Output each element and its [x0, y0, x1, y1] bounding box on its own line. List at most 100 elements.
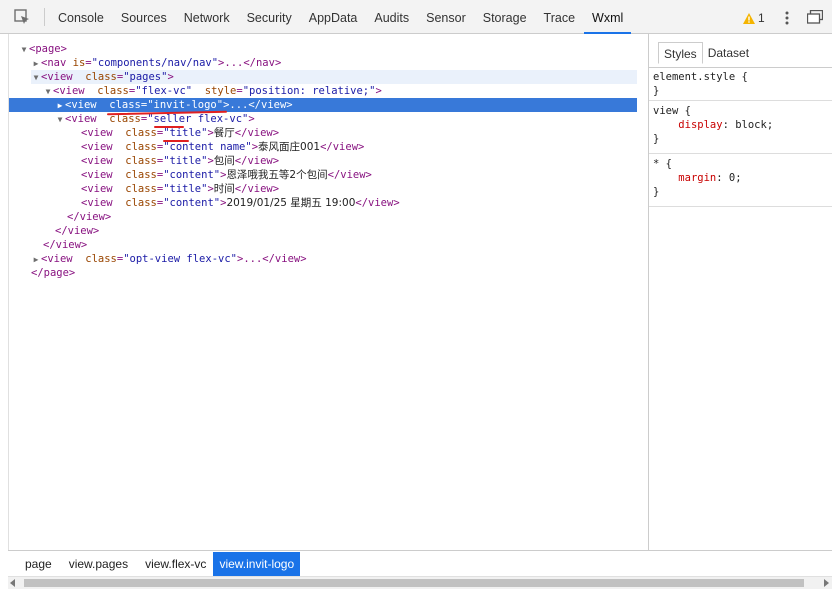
tab-appdata[interactable]: AppData: [301, 0, 366, 34]
tag-name: <view: [81, 155, 113, 167]
attr-name: class: [125, 127, 157, 139]
breadcrumb: page view.pages view.flex-vc view.invit-…: [8, 550, 832, 576]
expanded-arrow-icon[interactable]: ▼: [19, 43, 29, 57]
tree-node-view-title[interactable]: <view class="title">包间</view>: [81, 154, 709, 168]
tab-wxml[interactable]: Wxml: [584, 0, 632, 34]
attr-name: class: [109, 99, 141, 111]
tree-node-view-invit-logo[interactable]: ▶ <view class="invit-logo">...</view>: [9, 98, 637, 112]
expanded-arrow-icon[interactable]: ▼: [55, 113, 65, 127]
property-value[interactable]: block;: [735, 119, 773, 131]
scroll-right-arrow-icon[interactable]: [824, 579, 829, 587]
tag-close: </view>: [67, 211, 112, 223]
rule-selector: * {: [653, 158, 672, 170]
tab-console[interactable]: Console: [50, 0, 112, 34]
more-options-icon[interactable]: [782, 10, 792, 26]
attr-value: "flex-vc": [135, 85, 193, 97]
expanded-arrow-icon[interactable]: ▼: [31, 71, 41, 85]
tag-close: </view>: [327, 169, 372, 181]
tree-node-close[interactable]: </view>: [67, 210, 695, 224]
collapsed-arrow-icon[interactable]: ▶: [55, 99, 65, 113]
attr-value: "content": [163, 169, 221, 181]
collapsed-arrow-icon[interactable]: ▶: [31, 57, 41, 71]
tag-close: </view>: [355, 197, 400, 209]
attr-value: "title": [163, 183, 208, 195]
tag-close: </view>: [55, 225, 100, 237]
inspect-element-icon[interactable]: [14, 9, 30, 25]
tree-node-close[interactable]: </view>: [55, 224, 683, 238]
tag-tail: >: [375, 85, 382, 97]
attr-name: class: [125, 197, 157, 209]
tab-dataset[interactable]: Dataset: [703, 42, 754, 64]
node-text: 泰风面庄001: [258, 141, 321, 153]
node-text: 时间: [213, 183, 235, 195]
scroll-left-arrow-icon[interactable]: [10, 579, 15, 587]
attr-name: class: [85, 71, 117, 83]
tag-name: <view: [81, 169, 113, 181]
attr-name: class: [125, 169, 157, 181]
tag-tail: >...</view>: [223, 99, 293, 111]
tag-close: </view>: [234, 127, 280, 139]
tree-node-close[interactable]: </view>: [43, 238, 671, 252]
attr-value: "opt-view flex-vc": [123, 253, 237, 265]
expanded-arrow-icon[interactable]: ▼: [43, 85, 53, 99]
attr-name: class: [125, 141, 157, 153]
tree-node-view-content-name[interactable]: <view class="content name">泰风面庄001</view…: [81, 140, 709, 154]
tree-node-view-pages[interactable]: ▼ <view class="pages">: [31, 70, 637, 84]
attr-value: "seller flex-vc": [147, 113, 249, 125]
breadcrumb-view-pages[interactable]: view.pages: [64, 552, 133, 576]
tab-security[interactable]: Security: [239, 0, 300, 34]
node-text: 包间: [213, 155, 235, 167]
tag-open: <page>: [29, 43, 67, 55]
styles-pane: Styles Dataset element.style { } view { …: [649, 34, 832, 550]
tag-name: <view: [65, 113, 97, 125]
annotation-underline: [154, 126, 184, 128]
tab-storage[interactable]: Storage: [475, 0, 535, 34]
attr-name: class: [97, 85, 129, 97]
tag-tail: >...</view>: [237, 253, 307, 265]
rule-close: }: [653, 186, 660, 198]
tree-node-view-title[interactable]: <view class="title">餐厅</view>: [81, 126, 709, 140]
tree-node-view-content[interactable]: <view class="content">恩泽哦我五等2个包间</view>: [81, 168, 709, 182]
warnings-counter[interactable]: 1: [743, 10, 765, 26]
tree-node-close[interactable]: </page>: [31, 266, 659, 280]
tag-tail: >: [248, 113, 255, 125]
property-value[interactable]: 0;: [729, 172, 742, 184]
dock-side-icon[interactable]: [807, 10, 823, 24]
scrollbar-thumb[interactable]: [24, 579, 804, 587]
breadcrumb-view-flex-vc[interactable]: view.flex-vc: [140, 552, 211, 576]
styles-tabs: Styles Dataset: [649, 42, 754, 66]
panel-tabs: Console Sources Network Security AppData…: [50, 0, 632, 34]
tab-sources[interactable]: Sources: [113, 0, 175, 34]
tree-node-view-content[interactable]: <view class="content">2019/01/25 星期五 19:…: [81, 196, 709, 210]
breadcrumb-view-invit-logo[interactable]: view.invit-logo: [213, 551, 301, 576]
tag-name: <view: [41, 253, 73, 265]
tree-node-page[interactable]: ▼ <page>: [19, 42, 647, 56]
tree-node-view-title[interactable]: <view class="title">时间</view>: [81, 182, 709, 196]
tree-node-view-opt-view[interactable]: ▶ <view class="opt-view flex-vc">...</vie…: [31, 252, 659, 266]
breadcrumb-page[interactable]: page: [20, 552, 57, 576]
tag-tail: >: [167, 71, 174, 83]
style-rule-element[interactable]: element.style { }: [649, 67, 832, 101]
horizontal-scrollbar[interactable]: [8, 576, 832, 589]
collapsed-arrow-icon[interactable]: ▶: [31, 253, 41, 267]
tree-node-view-flex-vc[interactable]: ▼ <view class="flex-vc" style="position: …: [43, 84, 671, 98]
node-text: 餐厅: [213, 127, 235, 139]
property-name[interactable]: display: [678, 119, 722, 131]
property-name[interactable]: margin: [678, 172, 716, 184]
attr-name: class: [125, 155, 157, 167]
tag-tail: >...</nav>: [218, 57, 282, 69]
tag-name: <view: [81, 141, 113, 153]
elements-tree: ▼ <page> ▶ <nav is="components/nav/nav">..…: [8, 34, 648, 550]
tab-sensor[interactable]: Sensor: [418, 0, 474, 34]
rule-selector: element.style {: [653, 71, 748, 83]
tree-node-nav[interactable]: ▶ <nav is="components/nav/nav">...</nav>: [31, 56, 659, 70]
rule-close: }: [653, 133, 660, 145]
tag-name: <view: [41, 71, 73, 83]
tab-trace[interactable]: Trace: [536, 0, 584, 34]
attr-value: "components/nav/nav": [91, 57, 219, 69]
tab-network[interactable]: Network: [176, 0, 238, 34]
style-rule-view[interactable]: view { display: block; }: [649, 102, 832, 154]
style-rule-universal[interactable]: * { margin: 0; }: [649, 155, 832, 207]
tab-audits[interactable]: Audits: [366, 0, 417, 34]
tab-styles[interactable]: Styles: [658, 42, 703, 64]
